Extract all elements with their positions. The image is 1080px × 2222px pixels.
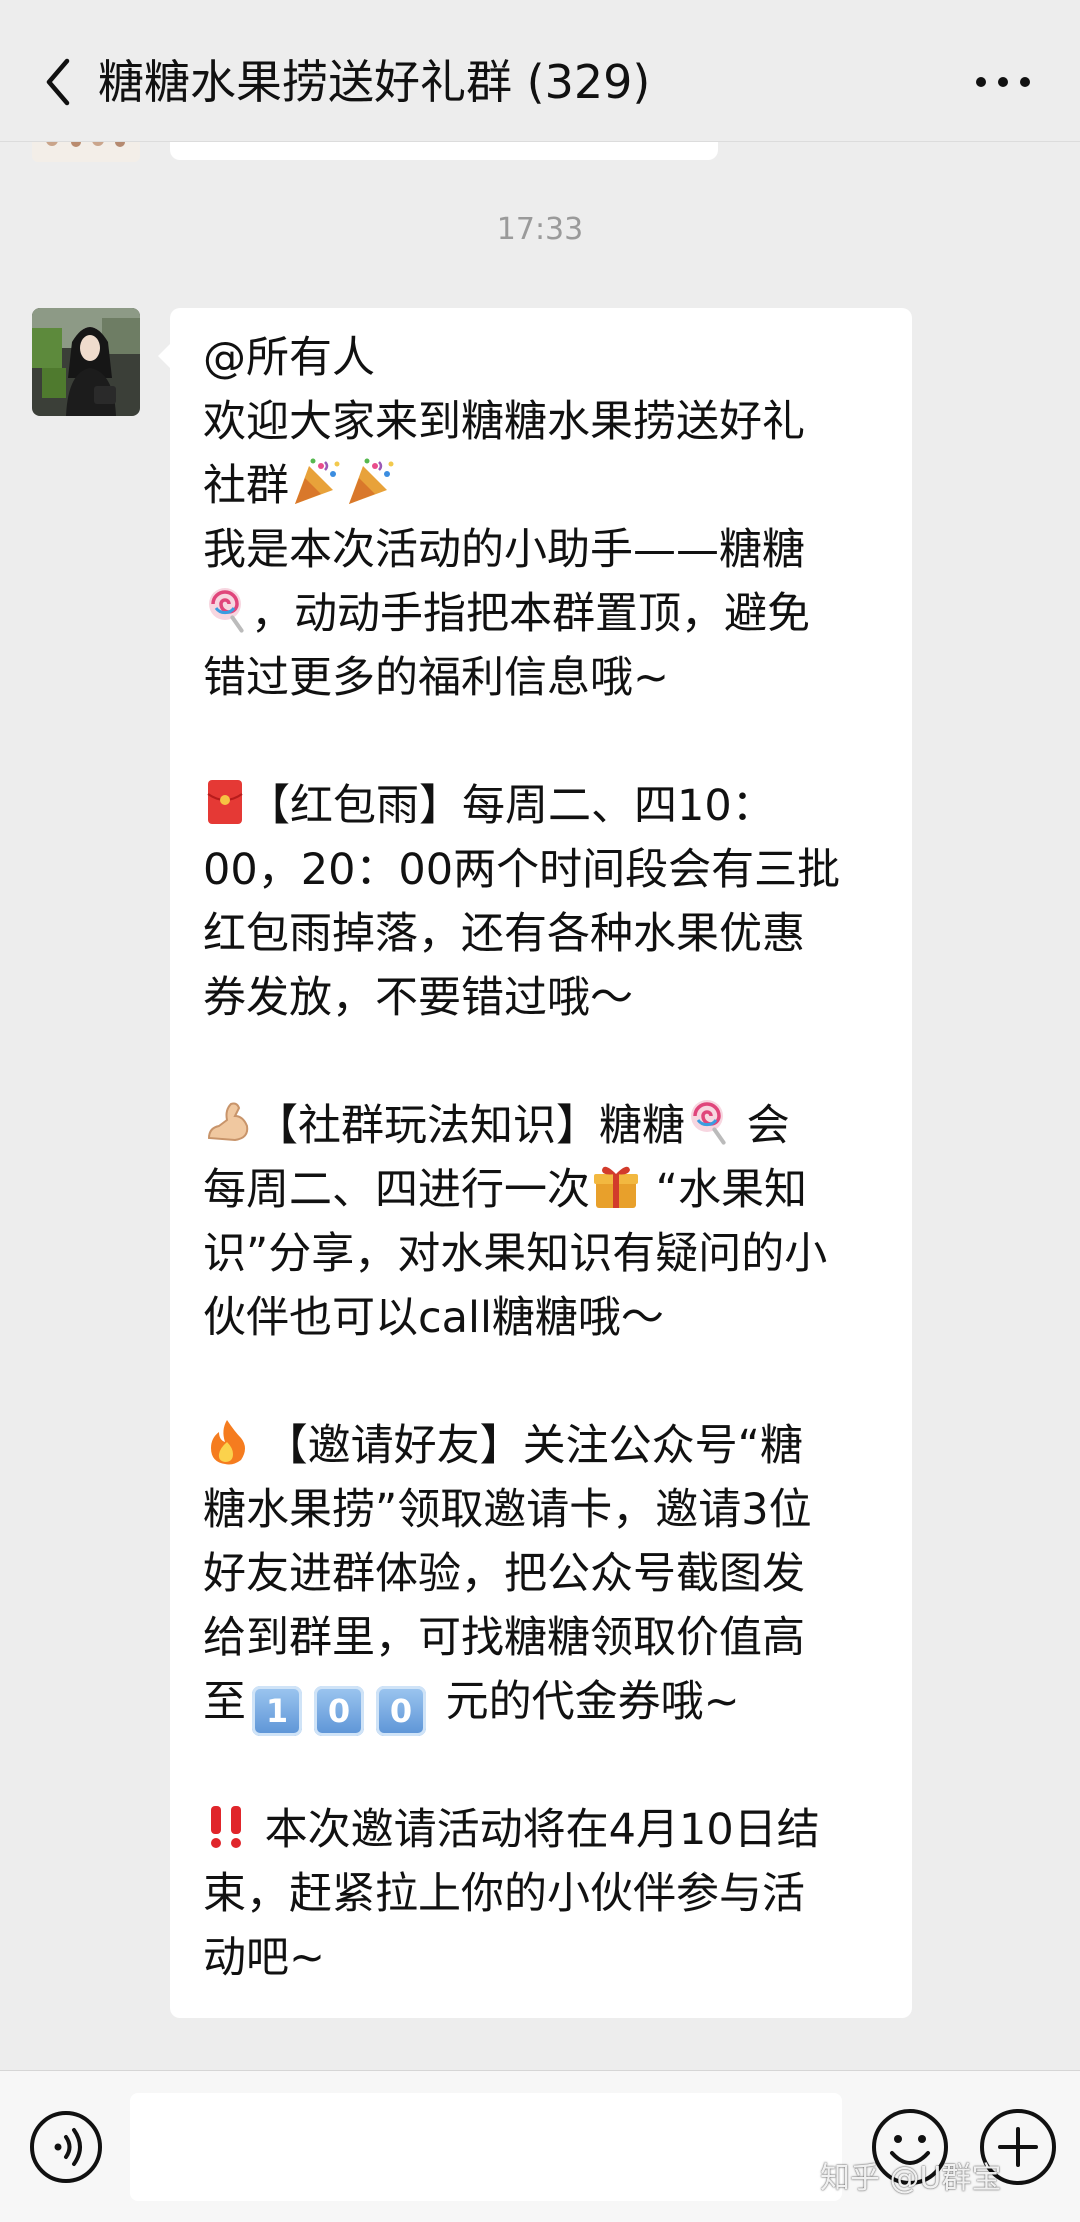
sender-avatar[interactable]	[32, 308, 140, 416]
back-button[interactable]	[30, 50, 86, 114]
text-line: 识”分享，对水果知识有疑问的小	[203, 1229, 828, 1279]
message-input[interactable]	[130, 2093, 842, 2201]
party-popper-icon	[291, 458, 341, 524]
text-line: ，动动手指把本群置顶，避免	[203, 582, 882, 646]
keycap-digit: 0	[314, 1686, 364, 1736]
red-envelope-icon	[205, 778, 245, 844]
voice-button[interactable]	[28, 2109, 104, 2185]
previous-avatar[interactable]	[32, 142, 140, 162]
party-popper-icon	[345, 458, 395, 524]
fire-icon	[205, 1418, 249, 1484]
text-line: 红包雨掉落，还有各种水果优惠	[203, 909, 805, 959]
chat-area[interactable]: 17:33 @所有人 欢迎大家来到糖糖水果捞送好礼 社群 我是本次活动的小助手—…	[0, 142, 1080, 2070]
text-line: 社群	[203, 454, 882, 518]
watermark: 知乎 @U群宝	[820, 2161, 1002, 2196]
text-line: 束，赶紧拉上你的小伙伴参与活	[203, 1869, 805, 1919]
double-exclamation-icon	[205, 1802, 249, 1868]
text-line: 【邀请好友】关注公众号“糖	[203, 1414, 882, 1478]
text-line: 我是本次活动的小助手——糖糖	[203, 525, 805, 575]
text-line: 给到群里，可找糖糖领取价值高	[203, 1613, 805, 1663]
keycap-digit: 0	[376, 1686, 426, 1736]
text-line: 至100 元的代金券哦~	[203, 1670, 882, 1736]
text-line: 动吧~	[203, 1933, 326, 1983]
text-line: 错过更多的福利信息哦~	[203, 653, 670, 703]
previous-message-bubble[interactable]	[170, 142, 718, 160]
more-button[interactable]	[968, 60, 1038, 104]
flexed-biceps-icon	[205, 1098, 253, 1164]
input-bar	[0, 2070, 1080, 2222]
chat-title: 糖糖水果捞送好礼群 (329)	[98, 55, 651, 109]
voice-icon	[30, 2111, 102, 2183]
text-line: 好友进群体验，把公众号截图发	[203, 1549, 805, 1599]
text-line: 【社群玩法知识】糖糖 会	[203, 1094, 882, 1158]
text-line: 欢迎大家来到糖糖水果捞送好礼	[203, 397, 805, 447]
message-bubble[interactable]: @所有人 欢迎大家来到糖糖水果捞送好礼 社群 我是本次活动的小助手——糖糖 ，动…	[158, 308, 912, 2018]
text-line: 【红包雨】每周二、四10：	[203, 774, 882, 838]
text-line: 本次邀请活动将在4月10日结	[203, 1798, 882, 1862]
text-line: @所有人	[203, 333, 375, 383]
text-line: 00，20：00两个时间段会有三批	[203, 845, 841, 895]
text-line: 券发放，不要错过哦～	[203, 973, 633, 1023]
lollipop-icon	[687, 1098, 731, 1164]
chevron-left-icon	[46, 58, 70, 106]
message-timestamp: 17:33	[496, 212, 584, 247]
chat-header: 糖糖水果捞送好礼群 (329)	[0, 20, 1080, 142]
lollipop-icon	[205, 586, 249, 652]
gift-icon	[592, 1162, 640, 1228]
status-bar	[0, 0, 1080, 20]
text-line: 伙伴也可以call糖糖哦～	[203, 1293, 664, 1343]
keycap-digit: 1	[252, 1686, 302, 1736]
more-dots-icon	[976, 77, 1030, 87]
text-line: 糖水果捞”领取邀请卡，邀请3位	[203, 1485, 812, 1535]
text-line: 每周二、四进行一次 “水果知	[203, 1158, 882, 1222]
